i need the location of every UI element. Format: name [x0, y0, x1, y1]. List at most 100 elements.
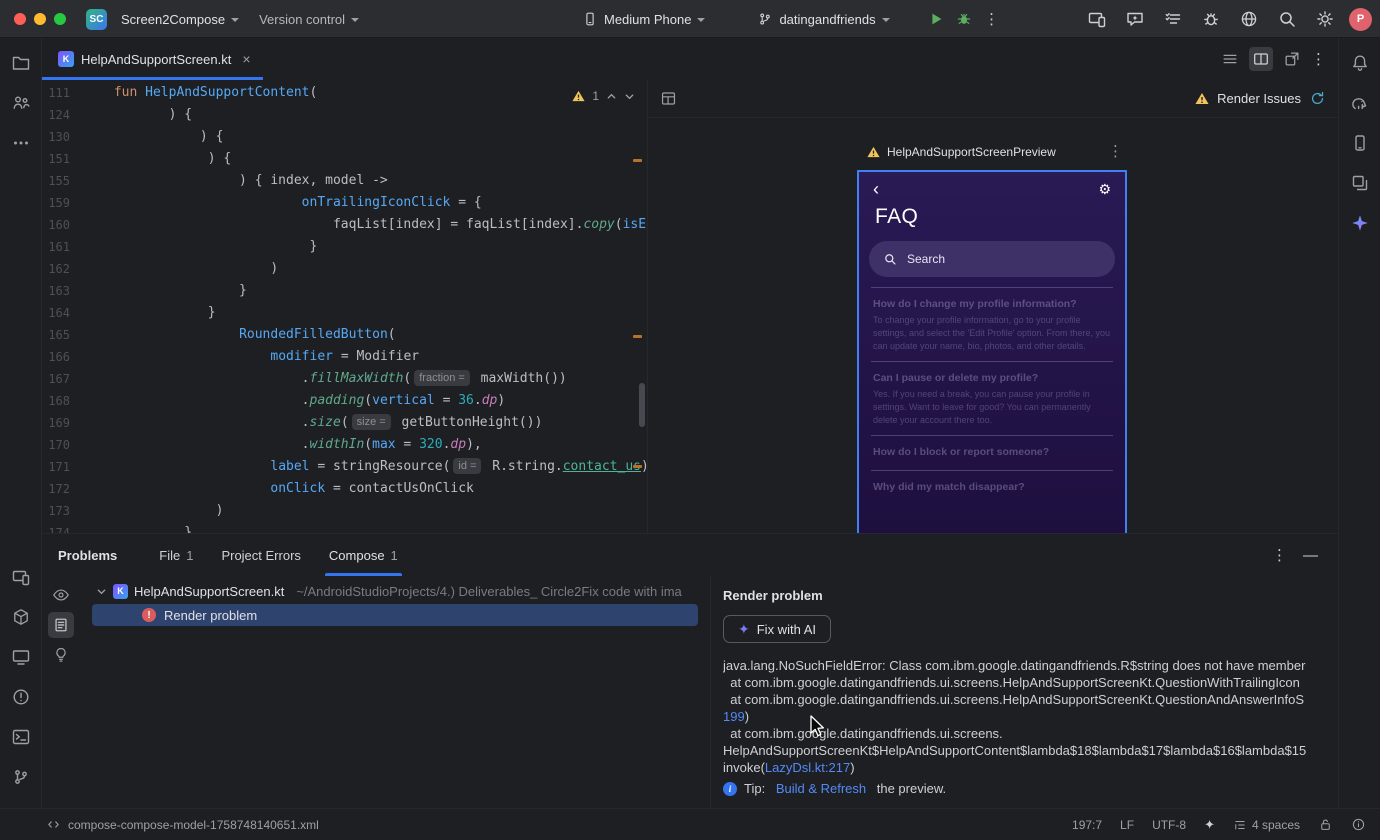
- chevron-down-icon[interactable]: [96, 586, 107, 597]
- minimize-panel-icon[interactable]: —: [1303, 547, 1318, 564]
- collaborators-icon[interactable]: [4, 86, 38, 120]
- stack-trace-link[interactable]: 199: [723, 709, 745, 724]
- editor-tab-active[interactable]: K HelpAndSupportScreen.kt ×: [42, 38, 263, 80]
- faq-item[interactable]: How do I block or report someone?: [871, 435, 1113, 470]
- project-switcher[interactable]: Screen2Compose: [115, 8, 245, 31]
- code-line[interactable]: 111 fun HelpAndSupportContent(: [42, 82, 647, 104]
- user-avatar[interactable]: P: [1349, 7, 1372, 31]
- stack-trace-link[interactable]: LazyDsl.kt:217: [765, 760, 850, 775]
- line-number[interactable]: 161: [42, 236, 106, 258]
- back-icon[interactable]: ‹: [873, 180, 879, 198]
- line-number[interactable]: 159: [42, 192, 106, 214]
- line-number[interactable]: 130: [42, 126, 106, 148]
- code-line[interactable]: 162 ): [42, 258, 647, 280]
- build-variants-icon[interactable]: [1343, 166, 1377, 200]
- faq-item[interactable]: Can I pause or delete my profile? Yes. If…: [871, 361, 1113, 435]
- error-stripe-mark[interactable]: [633, 335, 642, 338]
- line-separator[interactable]: LF: [1120, 818, 1134, 832]
- caret-position[interactable]: 197:7: [1072, 818, 1102, 832]
- preview-phone-frame[interactable]: ‹ ⚙ FAQ Search How do I change my profil…: [857, 170, 1127, 533]
- ai-chat-icon[interactable]: [1121, 5, 1149, 33]
- faq-item[interactable]: Why did my match disappear?: [871, 470, 1113, 505]
- problems-tab-compose[interactable]: Compose 1: [315, 534, 412, 576]
- line-number[interactable]: 124: [42, 104, 106, 126]
- code-line[interactable]: 167 .fillMaxWidth(fraction = maxWidth()): [42, 368, 647, 390]
- gradle-icon[interactable]: [1343, 86, 1377, 120]
- code-line[interactable]: 124 ) {: [42, 104, 647, 126]
- settings-gear-icon[interactable]: [1311, 5, 1339, 33]
- line-number[interactable]: 162: [42, 258, 106, 280]
- code-line[interactable]: 151 ) {: [42, 148, 647, 170]
- line-number[interactable]: 160: [42, 214, 106, 236]
- running-devices-icon[interactable]: [1083, 5, 1111, 33]
- code-line[interactable]: 155 ) { index, model ->: [42, 170, 647, 192]
- panel-options-icon[interactable]: ⋮: [1272, 548, 1287, 563]
- task-list-icon[interactable]: [1159, 5, 1187, 33]
- more-tool-windows-icon[interactable]: [4, 126, 38, 160]
- line-number[interactable]: 166: [42, 346, 106, 368]
- line-number[interactable]: 172: [42, 478, 106, 500]
- preview-problem-icon[interactable]: [48, 582, 74, 608]
- file-encoding[interactable]: UTF-8: [1152, 818, 1186, 832]
- close-tab-icon[interactable]: ×: [242, 51, 250, 67]
- info-circle-icon[interactable]: [1351, 817, 1366, 832]
- faq-item[interactable]: How do I change my profile information? T…: [871, 287, 1113, 361]
- unlock-icon[interactable]: [1318, 817, 1333, 832]
- settings-gear-icon[interactable]: ⚙: [1098, 182, 1111, 196]
- code-line[interactable]: 168 .padding(vertical = 36.dp): [42, 390, 647, 412]
- zoom-window-button[interactable]: [54, 13, 66, 25]
- branch-selector[interactable]: datingandfriends: [751, 7, 895, 31]
- line-number[interactable]: 163: [42, 280, 106, 302]
- debug-button[interactable]: [950, 5, 978, 33]
- faq-search-bar[interactable]: Search: [869, 241, 1115, 277]
- code-line[interactable]: 165 RoundedFilledButton(: [42, 324, 647, 346]
- problem-row-selected[interactable]: ! Render problem: [92, 604, 698, 626]
- inspections-widget[interactable]: 1: [568, 87, 639, 105]
- build-refresh-link[interactable]: Build & Refresh: [776, 781, 866, 796]
- code-line[interactable]: 130 ) {: [42, 126, 647, 148]
- gemini-spark-icon[interactable]: [1343, 206, 1377, 240]
- ai-status-icon[interactable]: ✦: [1204, 817, 1215, 833]
- project-folder-icon[interactable]: [4, 46, 38, 80]
- run-button[interactable]: [922, 5, 950, 33]
- error-stripe-mark[interactable]: [633, 465, 642, 468]
- notifications-bell-icon[interactable]: [1343, 46, 1377, 80]
- problems-tab-file[interactable]: File 1: [145, 534, 207, 576]
- line-number[interactable]: 167: [42, 368, 106, 390]
- vcs-menu[interactable]: Version control: [253, 8, 365, 31]
- detach-editor-icon[interactable]: [1283, 50, 1301, 68]
- fix-with-ai-button[interactable]: ✦ Fix with AI: [723, 615, 831, 643]
- code-line[interactable]: 169 .size(size = getButtonHeight()): [42, 412, 647, 434]
- device-explorer-icon[interactable]: [4, 560, 38, 594]
- code-line[interactable]: 170 .widthIn(max = 320.dp),: [42, 434, 647, 456]
- code-line[interactable]: 164 }: [42, 302, 647, 324]
- editor-scrollbar[interactable]: [639, 383, 645, 427]
- logcat-monitor-icon[interactable]: [4, 640, 38, 674]
- line-number[interactable]: 174: [42, 522, 106, 533]
- sync-globe-icon[interactable]: [1235, 5, 1263, 33]
- code-line[interactable]: 166 modifier = Modifier: [42, 346, 647, 368]
- minimize-window-button[interactable]: [34, 13, 46, 25]
- problems-icon[interactable]: [4, 680, 38, 714]
- render-issues-label[interactable]: Render Issues: [1217, 91, 1301, 106]
- line-number[interactable]: 111: [42, 82, 106, 104]
- device-selector[interactable]: Medium Phone: [576, 7, 711, 31]
- code-line[interactable]: 173 ): [42, 500, 647, 522]
- code-line[interactable]: 159 onTrailingIconClick = {: [42, 192, 647, 214]
- search-icon[interactable]: [1273, 5, 1301, 33]
- version-control-icon[interactable]: [4, 760, 38, 794]
- prev-problem-icon[interactable]: [606, 91, 617, 102]
- split-editor-icon[interactable]: [1249, 47, 1273, 71]
- refresh-preview-icon[interactable]: [1309, 90, 1326, 107]
- problem-details-icon[interactable]: [48, 612, 74, 638]
- code-editor[interactable]: 1 111 fun HelpAndSupportContent(124 ) {1…: [42, 80, 647, 533]
- line-number[interactable]: 164: [42, 302, 106, 324]
- line-number[interactable]: 155: [42, 170, 106, 192]
- editor-options-icon[interactable]: ⋮: [1311, 52, 1326, 67]
- line-number[interactable]: 169: [42, 412, 106, 434]
- code-line[interactable]: 172 onClick = contactUsOnClick: [42, 478, 647, 500]
- next-problem-icon[interactable]: [624, 91, 635, 102]
- code-line[interactable]: 174 }: [42, 522, 647, 533]
- quick-fix-bulb-icon[interactable]: [48, 642, 74, 668]
- error-stripe-mark[interactable]: [633, 159, 642, 162]
